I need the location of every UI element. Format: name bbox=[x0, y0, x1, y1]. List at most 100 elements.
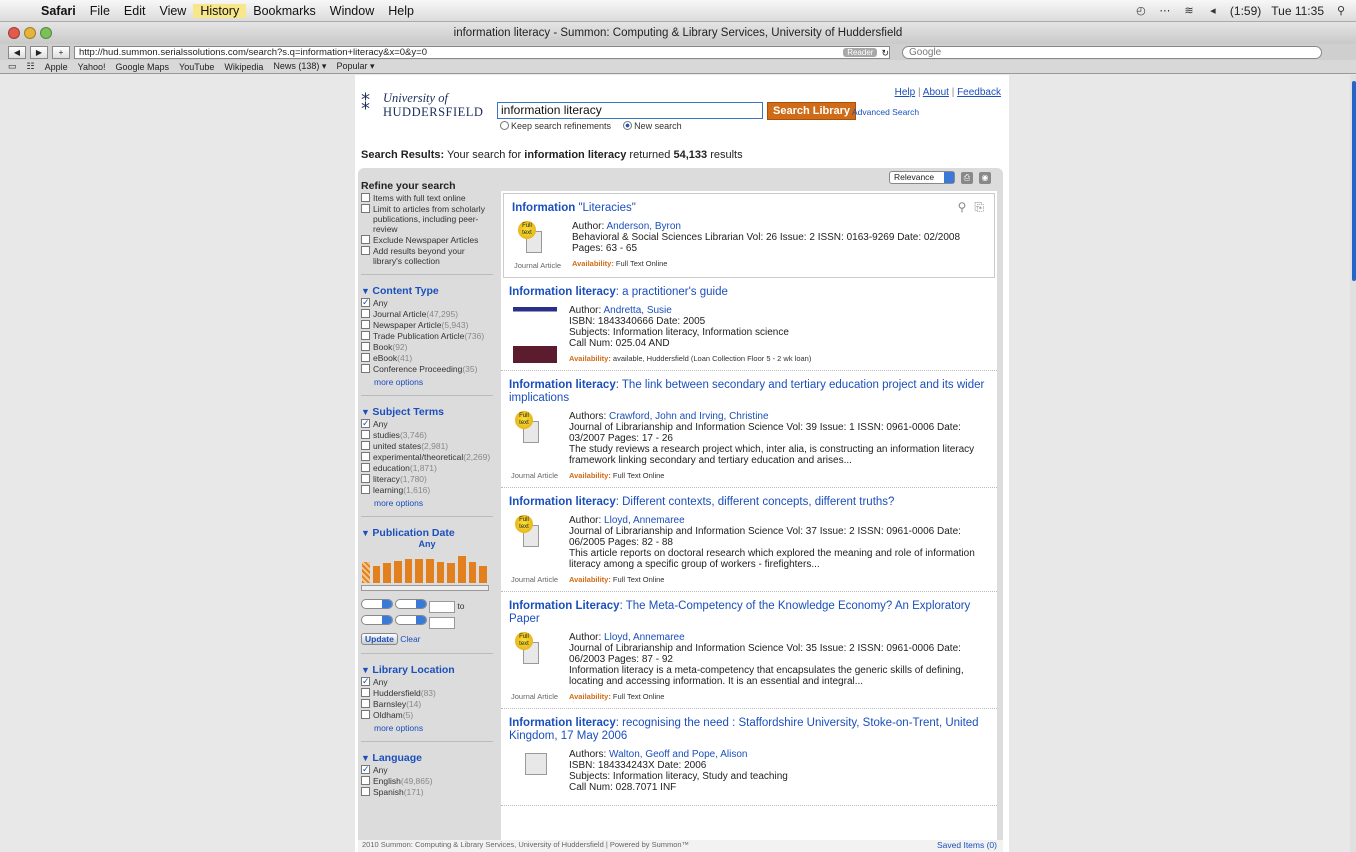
reader-button[interactable]: Reader bbox=[843, 47, 878, 57]
checkbox[interactable] bbox=[361, 687, 370, 697]
facet-option[interactable]: Conference Proceeding (35) bbox=[361, 364, 493, 374]
result-title[interactable]: Information literacy: Different contexts… bbox=[509, 496, 989, 509]
radio-keep[interactable] bbox=[500, 121, 509, 130]
location-more-options[interactable]: more options bbox=[374, 723, 493, 733]
facet-option[interactable]: education (1,871) bbox=[361, 463, 493, 473]
checkbox[interactable] bbox=[361, 786, 370, 796]
result-thumbnail[interactable]: Full text Journal Article bbox=[509, 632, 567, 702]
zoom-icon[interactable]: ⚲ bbox=[958, 200, 967, 215]
to-month-select[interactable] bbox=[361, 614, 393, 625]
result-title[interactable]: Information "Literacies" bbox=[512, 202, 986, 215]
publication-date-bar[interactable] bbox=[426, 559, 434, 583]
checkbox[interactable] bbox=[361, 364, 370, 373]
keep-refinements-radio[interactable]: Keep search refinements bbox=[500, 121, 611, 131]
author-link[interactable]: Andretta, Susie bbox=[603, 305, 671, 316]
battery-status[interactable]: (1:59) bbox=[1230, 4, 1261, 18]
scrollbar-thumb[interactable] bbox=[1352, 81, 1356, 281]
publication-date-bar[interactable] bbox=[468, 562, 477, 583]
save-icon[interactable]: ⎘ bbox=[974, 200, 984, 215]
facet-option[interactable]: Any bbox=[361, 676, 493, 687]
date-range-slider[interactable] bbox=[361, 585, 489, 591]
checkbox[interactable] bbox=[361, 353, 370, 362]
checkbox[interactable] bbox=[361, 204, 370, 213]
publication-date-bar[interactable] bbox=[394, 560, 402, 583]
menu-edit[interactable]: Edit bbox=[117, 4, 153, 18]
search-library-button[interactable]: Search Library bbox=[767, 102, 857, 120]
subject-terms-title[interactable]: Subject Terms bbox=[361, 406, 493, 418]
checkbox[interactable] bbox=[361, 246, 370, 255]
result-title-rest[interactable]: : Different contexts, different concepts… bbox=[616, 496, 895, 508]
facet-option[interactable]: studies (3,746) bbox=[361, 430, 493, 440]
checkbox[interactable] bbox=[361, 775, 370, 785]
from-day-select[interactable] bbox=[395, 599, 427, 609]
facet-option[interactable]: united states (2,981) bbox=[361, 441, 493, 451]
sort-select[interactable]: Relevance bbox=[889, 171, 955, 184]
refine-option[interactable]: Items with full text online bbox=[361, 193, 493, 203]
wifi-icon[interactable]: ≋ bbox=[1182, 5, 1196, 17]
menu-window[interactable]: Window bbox=[323, 4, 381, 18]
facet-option[interactable]: learning (1,616) bbox=[361, 485, 493, 495]
checkbox[interactable] bbox=[361, 193, 370, 202]
minimize-icon[interactable] bbox=[24, 27, 36, 39]
checkbox[interactable] bbox=[361, 474, 370, 483]
reload-icon[interactable]: ↻ bbox=[881, 47, 889, 58]
print-icon[interactable]: ⎙ bbox=[961, 171, 973, 184]
menu-bookmarks[interactable]: Bookmarks bbox=[246, 4, 323, 18]
facet-option[interactable]: Any bbox=[361, 764, 493, 775]
result-thumbnail[interactable]: Full text Journal Article bbox=[512, 221, 570, 271]
publication-date-bar[interactable] bbox=[458, 556, 466, 583]
menu-help[interactable]: Help bbox=[381, 4, 421, 18]
content-type-more-options[interactable]: more options bbox=[374, 377, 493, 387]
clock[interactable]: Tue 11:35 bbox=[1271, 4, 1324, 18]
university-logo[interactable]: ⁑ University of HUDDERSFIELD bbox=[361, 89, 491, 129]
bookmark-youtube[interactable]: YouTube bbox=[179, 62, 214, 72]
publication-date-bar[interactable] bbox=[447, 563, 455, 583]
content-type-title[interactable]: Content Type bbox=[361, 285, 493, 297]
bookmark-google-maps[interactable]: Google Maps bbox=[115, 62, 169, 72]
author-link[interactable]: Lloyd, Annemaree bbox=[604, 632, 685, 643]
publication-date-bar[interactable] bbox=[372, 566, 381, 583]
library-location-title[interactable]: Library Location bbox=[361, 664, 493, 676]
top-sites-icon[interactable]: ☷ bbox=[27, 61, 35, 72]
rss-icon[interactable]: ◉ bbox=[979, 171, 991, 184]
publication-date-bar[interactable] bbox=[404, 559, 413, 583]
result-thumbnail[interactable]: Full text Journal Article bbox=[509, 515, 567, 585]
result-thumbnail[interactable] bbox=[509, 305, 567, 364]
publication-date-bar[interactable] bbox=[362, 562, 370, 583]
facet-option[interactable]: English (49,865) bbox=[361, 775, 493, 786]
result-title[interactable]: Information Literacy: The Meta-Competenc… bbox=[509, 600, 989, 626]
author-link[interactable]: Walton, Geoff and Pope, Alison bbox=[609, 749, 747, 760]
checkbox[interactable] bbox=[361, 452, 370, 461]
volume-icon[interactable]: ◂ bbox=[1206, 5, 1220, 17]
facet-option[interactable]: experimental/theoretical (2,269) bbox=[361, 452, 493, 462]
time-machine-icon[interactable]: ◴ bbox=[1134, 5, 1148, 17]
google-search-field[interactable]: Google bbox=[902, 45, 1322, 59]
to-day-select[interactable] bbox=[395, 614, 427, 625]
menu-file[interactable]: File bbox=[83, 4, 117, 18]
result-thumbnail[interactable] bbox=[509, 749, 567, 799]
forward-button[interactable]: ▶ bbox=[30, 45, 48, 59]
from-year-field[interactable] bbox=[429, 600, 455, 613]
publication-date-bar[interactable] bbox=[436, 562, 445, 583]
facet-option[interactable]: Journal Article (47,295) bbox=[361, 309, 493, 319]
publication-date-bar[interactable] bbox=[383, 563, 391, 583]
feedback-link[interactable]: Feedback bbox=[957, 87, 1001, 98]
checkbox[interactable] bbox=[361, 331, 370, 340]
facet-option[interactable]: Book (92) bbox=[361, 342, 493, 352]
facet-option[interactable]: Spanish (171) bbox=[361, 786, 493, 797]
checkbox[interactable] bbox=[361, 676, 370, 686]
checkbox[interactable] bbox=[361, 764, 370, 774]
refine-option[interactable]: Limit to articles from scholarly publica… bbox=[361, 204, 493, 234]
result-title[interactable]: Information literacy: recognising the ne… bbox=[509, 717, 989, 743]
menu-history[interactable]: History bbox=[193, 3, 247, 18]
facet-option[interactable]: Newspaper Article (5,943) bbox=[361, 320, 493, 330]
spotlight-icon[interactable]: ⚲ bbox=[1334, 5, 1348, 17]
checkbox[interactable] bbox=[361, 698, 370, 708]
update-button[interactable]: Update bbox=[361, 632, 398, 645]
facet-option[interactable]: Any bbox=[361, 418, 493, 429]
result-title-bold[interactable]: Information literacy bbox=[509, 496, 616, 508]
facet-option[interactable]: literacy (1,780) bbox=[361, 474, 493, 484]
add-bookmark-button[interactable]: + bbox=[52, 45, 70, 59]
result-title-bold[interactable]: Information Literacy bbox=[509, 600, 620, 612]
bookmark-wikipedia[interactable]: Wikipedia bbox=[224, 62, 263, 72]
